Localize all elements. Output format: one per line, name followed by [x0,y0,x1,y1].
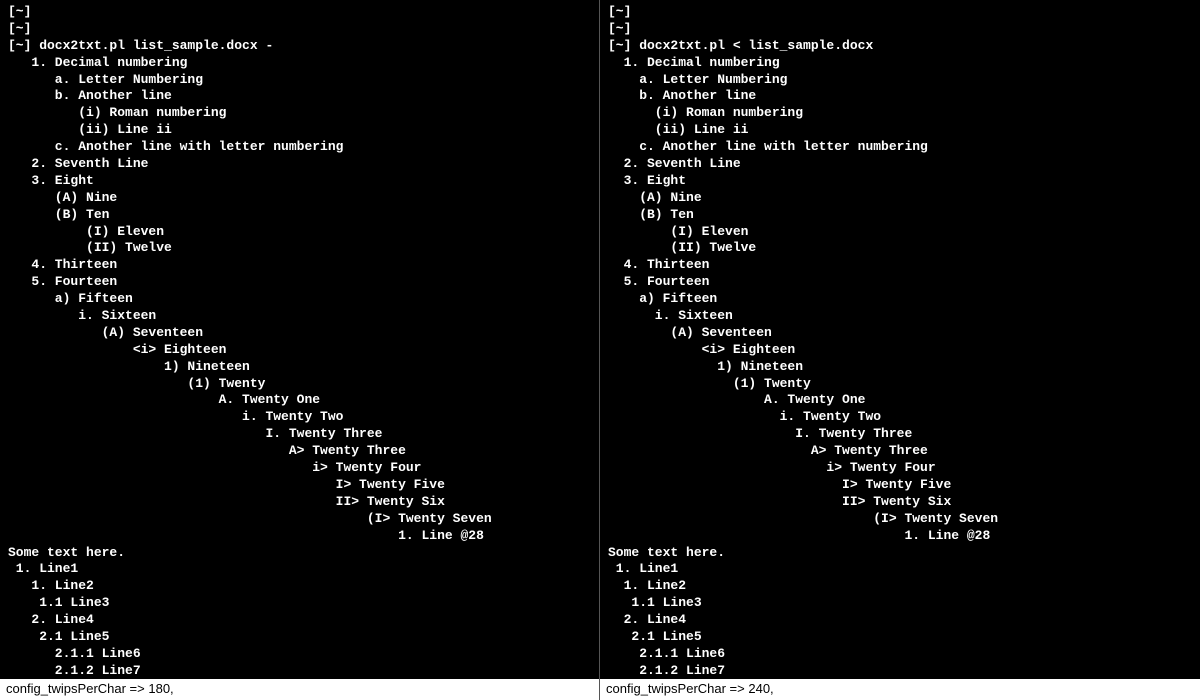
footer-left: config_twipsPerChar => 180, [0,679,599,700]
left-pane: [~] [~] [~] docx2txt.pl list_sample.docx… [0,0,600,700]
terminal-output-left[interactable]: [~] [~] [~] docx2txt.pl list_sample.docx… [8,4,591,674]
footer-right: config_twipsPerChar => 240, [600,679,1200,700]
split-container: [~] [~] [~] docx2txt.pl list_sample.docx… [0,0,1200,700]
terminal-output-right[interactable]: [~] [~] [~] docx2txt.pl < list_sample.do… [608,4,1192,674]
right-pane: [~] [~] [~] docx2txt.pl < list_sample.do… [600,0,1200,700]
